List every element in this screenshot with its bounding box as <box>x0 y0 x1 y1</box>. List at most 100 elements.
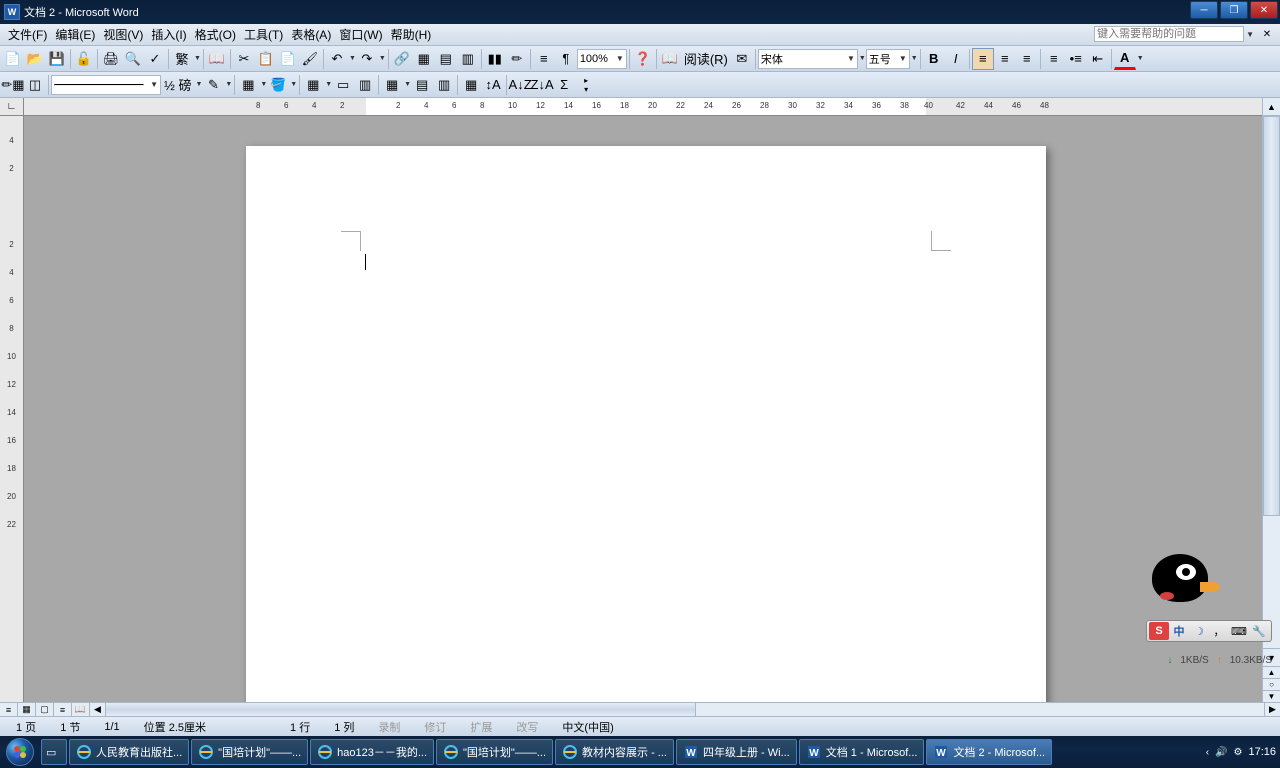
status-rec[interactable]: 录制 <box>366 719 412 735</box>
distribute-cols-button[interactable]: ▥ <box>433 74 455 96</box>
bullets-button[interactable]: •≡ <box>1065 48 1087 70</box>
scroll-left-button[interactable]: ◀ <box>90 703 106 716</box>
italic-button[interactable]: I <box>945 48 967 70</box>
paste-button[interactable]: 📄 <box>277 48 299 70</box>
columns-button[interactable]: ▮▮ <box>484 48 506 70</box>
split-cells-button[interactable]: ▥ <box>354 74 376 96</box>
align-right-button[interactable]: ≡ <box>1016 48 1038 70</box>
distribute-rows-button[interactable]: ▤ <box>411 74 433 96</box>
tray-icon[interactable]: ⚙ <box>1234 747 1243 758</box>
shading-button[interactable]: 🪣 <box>267 74 289 96</box>
format-painter-button[interactable]: 🖌 <box>299 48 321 70</box>
print-button[interactable]: 🖨 <box>100 48 122 70</box>
ts-dropdown[interactable]: ▼ <box>194 55 201 62</box>
font-arrow[interactable]: ▼ <box>859 55 866 62</box>
taskbar-item[interactable]: W四年级上册 - Wi... <box>676 739 797 765</box>
maximize-button[interactable]: ❐ <box>1220 1 1248 19</box>
borders-button[interactable]: ▦ <box>237 74 259 96</box>
tray-expand-icon[interactable]: ‹ <box>1206 747 1209 758</box>
menu-window[interactable]: 窗口(W) <box>335 24 386 45</box>
scroll-right-button[interactable]: ▶ <box>1264 703 1280 716</box>
menu-help[interactable]: 帮助(H) <box>387 24 436 45</box>
reading-view-button[interactable]: 📖 <box>72 703 90 716</box>
status-page[interactable]: 1 页 <box>4 719 48 735</box>
drawing-button[interactable]: ✏ <box>506 48 528 70</box>
draw-table-button[interactable]: ✏▦ <box>2 74 24 96</box>
help-close-button[interactable]: ✕ <box>1260 27 1274 41</box>
line-style-combo[interactable]: ▼ <box>51 75 161 95</box>
taskbar-item[interactable]: 人民教育出版社... <box>69 739 189 765</box>
reading-layout-button[interactable]: 阅读(R) <box>681 48 731 70</box>
shading-dropdown[interactable]: ▼ <box>290 81 297 88</box>
clock[interactable]: 17:16 <box>1248 746 1276 758</box>
status-ovr[interactable]: 改写 <box>504 719 550 735</box>
reading-layout-icon[interactable]: 📖 <box>659 48 681 70</box>
sort-asc-button[interactable]: A↓Z <box>509 74 531 96</box>
toolbar-options-button[interactable]: ▸▾ <box>575 74 597 96</box>
print-preview-button[interactable]: 🔍 <box>122 48 144 70</box>
taskbar-item[interactable]: "国培计划"——... <box>191 739 308 765</box>
autosum-button[interactable]: Σ <box>553 74 575 96</box>
new-doc-button[interactable]: 📄 <box>2 48 24 70</box>
doc-map-button[interactable]: ≡ <box>533 48 555 70</box>
menu-tools[interactable]: 工具(T) <box>240 24 287 45</box>
undo-button[interactable]: ↶ <box>326 48 348 70</box>
redo-dropdown[interactable]: ▼ <box>379 55 386 62</box>
vscroll-thumb[interactable] <box>1263 116 1280 516</box>
redo-button[interactable]: ↷ <box>356 48 378 70</box>
copy-button[interactable]: 📋 <box>255 48 277 70</box>
taskbar-item[interactable]: W文档 2 - Microsof... <box>926 739 1052 765</box>
show-marks-button[interactable]: ¶ <box>555 48 577 70</box>
align-left-button[interactable]: ≡ <box>972 48 994 70</box>
status-rev[interactable]: 修订 <box>412 719 458 735</box>
scroll-up-button[interactable]: ▲ <box>1263 98 1280 116</box>
insert-table-button2[interactable]: ▦ <box>302 74 324 96</box>
decrease-indent-button[interactable]: ⇤ <box>1087 48 1109 70</box>
status-section[interactable]: 1 节 <box>48 719 92 735</box>
help-search-dropdown[interactable]: ▼ <box>1246 30 1254 39</box>
border-color-button[interactable]: ✎ <box>202 74 224 96</box>
open-button[interactable]: 📂 <box>24 48 46 70</box>
font-combo[interactable]: 宋体▼ <box>758 49 858 69</box>
taskbar-item[interactable]: 教材内容展示 - ... <box>555 739 674 765</box>
autoformat-button[interactable]: ▦ <box>460 74 482 96</box>
undo-dropdown[interactable]: ▼ <box>349 55 356 62</box>
taskbar-item[interactable]: hao123－－我的... <box>310 739 434 765</box>
ime-chinese-button[interactable]: 中 <box>1169 622 1189 640</box>
line-weight-dropdown[interactable]: ▼ <box>195 81 202 88</box>
insert-table-button[interactable]: ▤ <box>435 48 457 70</box>
qq-penguin-assistant[interactable] <box>1148 552 1220 607</box>
outline-view-button[interactable]: ≡ <box>54 703 72 716</box>
save-button[interactable]: 💾 <box>46 48 68 70</box>
help-search-input[interactable] <box>1094 26 1244 42</box>
size-arrow[interactable]: ▼ <box>911 55 918 62</box>
vertical-ruler[interactable]: ∟ 42246810121416182022 <box>0 98 24 702</box>
tables-borders-button[interactable]: ▦ <box>413 48 435 70</box>
minimize-button[interactable]: ─ <box>1190 1 1218 19</box>
menu-edit[interactable]: 编辑(E) <box>51 24 99 45</box>
hscroll-thumb[interactable] <box>106 703 696 716</box>
status-position[interactable]: 位置 2.5厘米 <box>132 719 218 735</box>
menu-view[interactable]: 视图(V) <box>99 24 147 45</box>
ime-keyboard-button[interactable]: ⌨ <box>1229 622 1249 640</box>
help-button[interactable]: ❓ <box>632 48 654 70</box>
insert-table-dropdown[interactable]: ▼ <box>325 81 332 88</box>
cut-button[interactable]: ✂ <box>233 48 255 70</box>
status-page-of[interactable]: 1/1 <box>92 721 131 733</box>
border-color-dropdown[interactable]: ▼ <box>225 81 232 88</box>
menu-table[interactable]: 表格(A) <box>287 24 335 45</box>
permissions-button[interactable]: 🔓 <box>73 48 95 70</box>
status-lang[interactable]: 中文(中国) <box>550 719 625 735</box>
taskbar-item[interactable]: W文档 1 - Microsof... <box>799 739 925 765</box>
page[interactable] <box>246 146 1046 702</box>
align-cells-dropdown[interactable]: ▼ <box>404 81 411 88</box>
hyperlink-button[interactable]: 🔗 <box>391 48 413 70</box>
system-tray[interactable]: ‹ 🔊 ⚙ 17:16 <box>1206 746 1276 758</box>
sort-desc-button[interactable]: Z↓A <box>531 74 553 96</box>
zoom-combo[interactable]: 100%▼ <box>577 49 627 69</box>
eraser-button[interactable]: ◫ <box>24 74 46 96</box>
numbering-button[interactable]: ≡ <box>1043 48 1065 70</box>
text-direction-button[interactable]: ↕A <box>482 74 504 96</box>
browse-object-button[interactable]: ○ <box>1263 678 1280 690</box>
status-col[interactable]: 1 列 <box>322 719 366 735</box>
